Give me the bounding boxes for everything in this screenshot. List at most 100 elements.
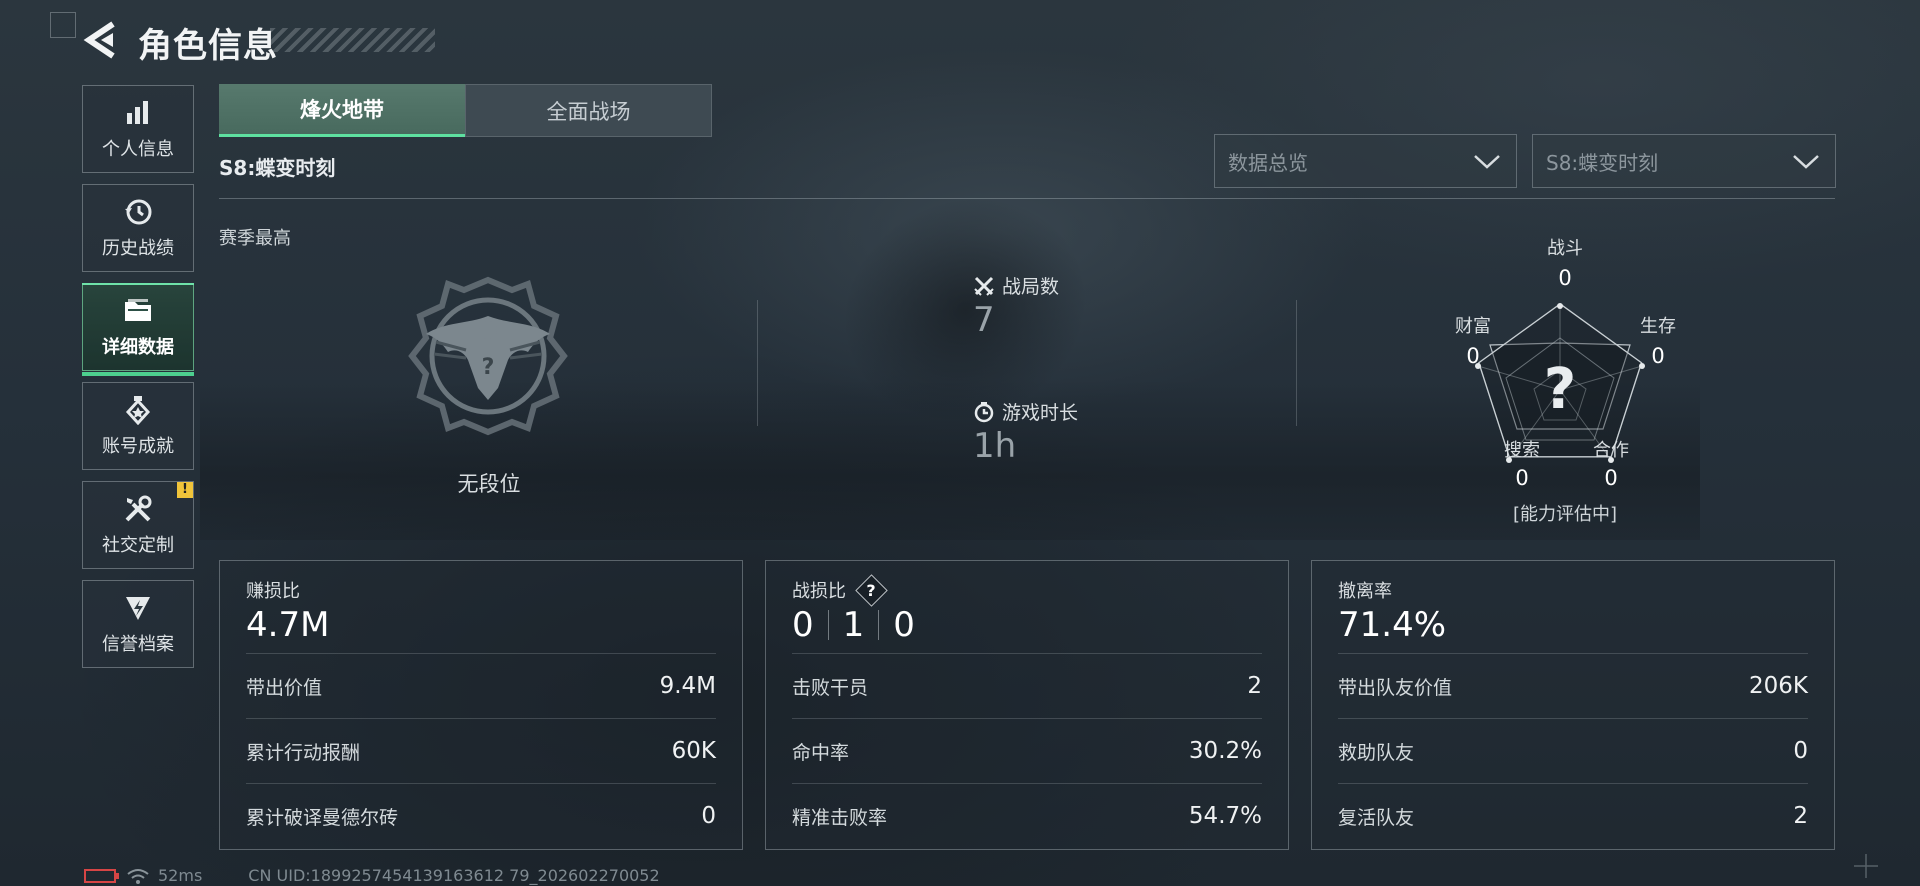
- radar-center-mark: ?: [1544, 357, 1576, 422]
- radar-axis-label: 财富: [1455, 316, 1491, 337]
- wifi-icon: [127, 868, 149, 884]
- tools-icon: [122, 493, 154, 525]
- radar-axis-label: 生存: [1640, 316, 1676, 337]
- table-row: 救助队友 0: [1338, 718, 1808, 783]
- sidebar-item-label: 账号成就: [102, 436, 174, 457]
- help-icon[interactable]: ?: [858, 577, 884, 603]
- season-filter-dropdown[interactable]: S8:蝶变时刻: [1532, 134, 1836, 188]
- sidebar-item-reputation[interactable]: 信誉档案: [82, 580, 194, 668]
- table-row: 精准击败率 54.7%: [792, 783, 1262, 848]
- mode-tabs: 烽火地带 全面战场: [219, 84, 712, 137]
- card-title: 撤离率: [1338, 581, 1392, 602]
- card-big-value: 4.7M: [246, 605, 330, 645]
- row-label: 复活队友: [1338, 806, 1415, 829]
- radar-axis-value: 0: [1558, 266, 1572, 290]
- radar-axis-value: 0: [1466, 344, 1480, 368]
- table-row: 击败干员 2: [792, 653, 1262, 718]
- playtime-label-group: 游戏时长: [972, 398, 1078, 425]
- tab-full-battlefield[interactable]: 全面战场: [465, 84, 712, 137]
- tab-hazard-zone[interactable]: 烽火地带: [219, 84, 465, 137]
- card-title: 赚损比: [246, 581, 300, 602]
- sidebar-item-label: 个人信息: [102, 139, 174, 160]
- matches-label-group: 战局数: [972, 272, 1059, 299]
- row-value: 206K: [1749, 673, 1808, 699]
- sidebar: 个人信息 历史战绩 详细数据 账号成就 ! 社交定制 信誉档案: [82, 85, 194, 679]
- radar-axis-label: 战斗: [1547, 238, 1583, 259]
- folder-icon: [122, 295, 154, 327]
- back-button[interactable]: [80, 18, 120, 62]
- matches-value: 7: [973, 300, 995, 340]
- radar-axis-label: 搜索: [1504, 440, 1540, 461]
- row-value: 9.4M: [659, 673, 716, 699]
- corner-plus-icon: [1854, 854, 1878, 878]
- row-value: 30.2%: [1188, 738, 1262, 764]
- back-arrow-icon: [83, 21, 115, 59]
- card-title: 战损比: [792, 581, 846, 602]
- playtime-label: 游戏时长: [1002, 402, 1079, 424]
- radar-axis-value: 0: [1515, 466, 1529, 490]
- dropdown-value: 数据总览: [1228, 150, 1308, 175]
- card-title-group: 战损比 ?: [792, 577, 884, 603]
- divider: [219, 198, 1835, 199]
- kd-value: 0: [893, 605, 915, 645]
- profit-card: 赚损比 4.7M 带出价值 9.4M 累计行动报酬 60K 累计破译曼德尔砖 0: [219, 560, 743, 850]
- section-label: 赛季最高: [219, 228, 291, 249]
- sidebar-item-social[interactable]: ! 社交定制: [82, 481, 194, 569]
- row-value: 54.7%: [1188, 803, 1262, 829]
- row-label: 救助队友: [1338, 741, 1415, 764]
- divider: [827, 610, 829, 640]
- row-label: 击败干员: [792, 676, 869, 699]
- dropdown-value: S8:蝶变时刻: [1546, 150, 1659, 175]
- radar-status-text: [能力评估中]: [1512, 504, 1618, 525]
- row-value: 0: [701, 803, 716, 829]
- table-row: 复活队友 2: [1338, 783, 1808, 848]
- rank-text: 无段位: [457, 472, 521, 496]
- medal-icon: [122, 394, 154, 426]
- rank-emblem-icon: ?: [408, 276, 568, 436]
- kd-card: 战损比 ? 0 1 0 击败干员 2 命中率 30.2% 精准击败率 54.7%: [765, 560, 1289, 850]
- kd-value: 1: [842, 605, 865, 645]
- row-label: 累计行动报酬: [246, 741, 361, 764]
- row-value: 2: [1247, 673, 1262, 699]
- bar-chart-icon: [122, 97, 154, 129]
- sidebar-item-achievements[interactable]: 账号成就: [82, 382, 194, 470]
- kd-value: 0: [792, 605, 814, 645]
- chevron-down-icon: [1474, 155, 1500, 169]
- extract-card: 撤离率 71.4% 带出队友价值 206K 救助队友 0 复活队友 2: [1311, 560, 1835, 850]
- sidebar-item-label: 历史战绩: [102, 238, 174, 259]
- table-row: 命中率 30.2%: [792, 718, 1262, 783]
- page-title: 角色信息: [138, 26, 278, 66]
- rank-emblem-mark: ?: [482, 355, 495, 380]
- sidebar-item-label: 详细数据: [102, 337, 174, 358]
- season-title: S8:蝶变时刻: [219, 156, 336, 180]
- table-row: 带出队友价值 206K: [1338, 653, 1808, 718]
- sidebar-item-detailed-data[interactable]: 详细数据: [82, 283, 194, 376]
- sidebar-item-history[interactable]: 历史战绩: [82, 184, 194, 272]
- divider: [878, 610, 880, 640]
- ping-text: 52ms: [158, 866, 203, 885]
- card-big-value: 71.4%: [1338, 605, 1447, 645]
- history-clock-icon: [122, 196, 154, 228]
- sidebar-item-personal-info[interactable]: 个人信息: [82, 85, 194, 173]
- row-label: 带出队友价值: [1338, 676, 1453, 699]
- shield-bolt-icon: [122, 592, 154, 624]
- sidebar-item-label: 社交定制: [102, 535, 174, 556]
- kd-values: 0 1 0: [792, 605, 915, 645]
- battery-icon: [84, 868, 119, 883]
- title-decoration: [270, 28, 435, 52]
- divider: [1296, 300, 1297, 426]
- row-label: 带出价值: [246, 676, 323, 699]
- table-row: 累计破译曼德尔砖 0: [246, 783, 716, 848]
- table-row: 带出价值 9.4M: [246, 653, 716, 718]
- row-value: 2: [1793, 803, 1808, 829]
- row-value: 60K: [671, 738, 716, 764]
- status-bar: 52ms CN UID:1899257454139163612 79_20260…: [84, 866, 660, 885]
- row-value: 0: [1793, 738, 1808, 764]
- view-filter-dropdown[interactable]: 数据总览: [1214, 134, 1517, 188]
- alert-badge: !: [177, 482, 193, 498]
- corner-frame-icon: [50, 12, 76, 38]
- sidebar-item-label: 信誉档案: [102, 634, 174, 655]
- row-label: 累计破译曼德尔砖: [246, 806, 399, 829]
- matches-label: 战局数: [1002, 276, 1060, 298]
- divider: [757, 300, 758, 426]
